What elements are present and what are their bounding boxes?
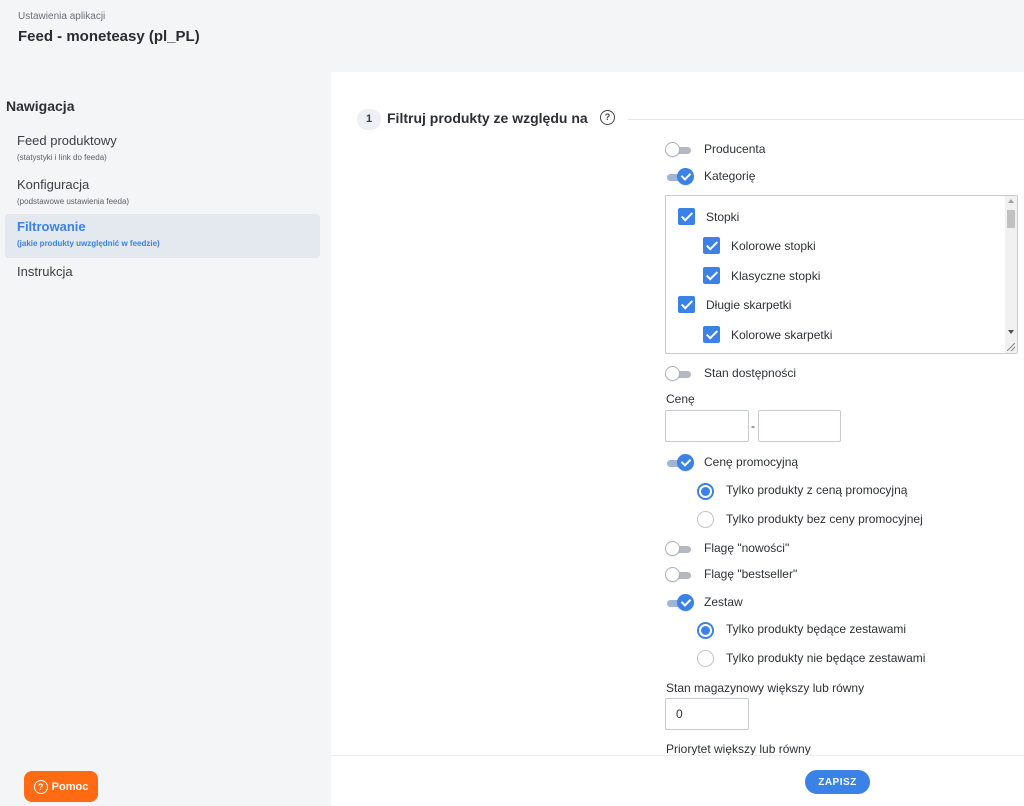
nav-item-instructions[interactable]: Instrukcja	[5, 260, 320, 284]
category-item-label: Stopki	[706, 210, 740, 224]
checkbox-checked[interactable]	[678, 208, 695, 225]
category-label: Kategorię	[704, 169, 756, 183]
question-circle-icon: ?	[33, 779, 48, 794]
no-bundle-label: Tylko produkty nie będące zestawami	[726, 651, 926, 665]
promo-only-radio[interactable]	[697, 483, 714, 500]
bestseller-flag-label: Flagę "bestseller"	[704, 567, 798, 581]
promo-price-label: Cenę promocyjną	[704, 455, 799, 469]
main-panel: 1 Filtruj produkty ze względu na ? Produ…	[331, 72, 1024, 755]
checkbox-checked[interactable]	[678, 296, 695, 313]
price-from-input[interactable]	[665, 410, 749, 442]
help-button-label: Pomoc	[51, 780, 89, 793]
checkbox-checked[interactable]	[703, 326, 720, 343]
checkbox-checked[interactable]	[703, 237, 720, 254]
bestseller-flag-toggle[interactable]	[665, 567, 693, 583]
category-item-label: Klasyczne stopki	[731, 269, 821, 283]
nav-item-label: Instrukcja	[17, 264, 73, 279]
category-item-label: Kolorowe stopki	[731, 239, 816, 253]
scroll-up-arrow-icon[interactable]	[1008, 199, 1014, 203]
nav-item-sublabel: (statystyki i link do feeda)	[17, 153, 107, 162]
no-promo-radio[interactable]	[697, 511, 714, 528]
section-divider	[628, 119, 1024, 120]
category-tree[interactable]: Stopki Kolorowe stopki Klasyczne stopki …	[665, 195, 1018, 354]
scroll-down-arrow-icon[interactable]	[1008, 330, 1014, 334]
bundle-only-label: Tylko produkty będące zestawami	[726, 622, 907, 636]
price-separator: -	[751, 419, 755, 433]
bundle-label: Zestaw	[704, 595, 743, 609]
new-flag-label: Flagę "nowości"	[704, 541, 790, 555]
no-promo-label: Tylko produkty bez ceny promocyjnej	[726, 512, 923, 526]
nav-item-sublabel: (jakie produkty uwzględnić w feedzie)	[17, 239, 160, 248]
page-title: Feed - moneteasy (pl_PL)	[18, 28, 200, 45]
help-button[interactable]: ? Pomoc	[24, 771, 98, 802]
header-subtitle: Ustawienia aplikacji	[18, 11, 106, 22]
nav-item-feed[interactable]: Feed produktowy (statystyki i link do fe…	[5, 128, 320, 172]
category-toggle[interactable]	[665, 168, 694, 185]
nav-item-sublabel: (podstawowe ustawienia feeda)	[17, 197, 130, 206]
promo-only-label: Tylko produkty z ceną promocyjną	[726, 483, 908, 497]
nav-item-label: Konfiguracja	[17, 177, 90, 192]
save-button[interactable]: ZAPISZ	[805, 770, 870, 794]
footer-bar: ZAPISZ	[331, 755, 1024, 806]
checkbox-checked[interactable]	[703, 267, 720, 284]
nav-heading: Nawigacja	[6, 98, 75, 114]
section-title: Filtruj produkty ze względu na	[387, 110, 588, 126]
nav-item-label: Filtrowanie	[17, 219, 86, 234]
availability-label: Stan dostępności	[704, 366, 797, 380]
nav-item-filtering[interactable]: Filtrowanie (jakie produkty uwzględnić w…	[5, 214, 320, 258]
question-circle-icon[interactable]: ?	[600, 110, 615, 125]
nav-item-label: Feed produktowy	[17, 133, 117, 148]
app-header: Ustawienia aplikacji Feed - moneteasy (p…	[0, 0, 1024, 72]
new-flag-toggle[interactable]	[665, 541, 693, 557]
price-to-input[interactable]	[758, 410, 841, 442]
availability-toggle[interactable]	[665, 366, 693, 382]
no-bundle-radio[interactable]	[697, 650, 714, 667]
scrollbar-thumb[interactable]	[1007, 210, 1015, 228]
producer-label: Producenta	[704, 142, 766, 156]
category-item-label: Kolorowe skarpetki	[731, 328, 833, 342]
bundle-toggle[interactable]	[665, 594, 694, 611]
producer-toggle[interactable]	[665, 142, 693, 158]
priority-label: Priorytet większy lub równy	[666, 742, 811, 755]
promo-price-toggle[interactable]	[665, 454, 694, 471]
price-label: Cenę	[666, 392, 695, 406]
bundle-only-radio[interactable]	[697, 622, 714, 639]
stock-label: Stan magazynowy większy lub równy	[666, 681, 865, 695]
category-item-label: Długie skarpetki	[706, 298, 792, 312]
nav-item-config[interactable]: Konfiguracja (podstawowe ustawienia feed…	[5, 172, 320, 216]
stock-input[interactable]	[665, 698, 749, 730]
sidebar: Nawigacja Feed produktowy (statystyki i …	[0, 72, 331, 805]
resize-grip-icon[interactable]	[1007, 343, 1015, 351]
tree-scrollbar[interactable]	[1005, 196, 1017, 353]
section-number: 1	[357, 109, 381, 130]
